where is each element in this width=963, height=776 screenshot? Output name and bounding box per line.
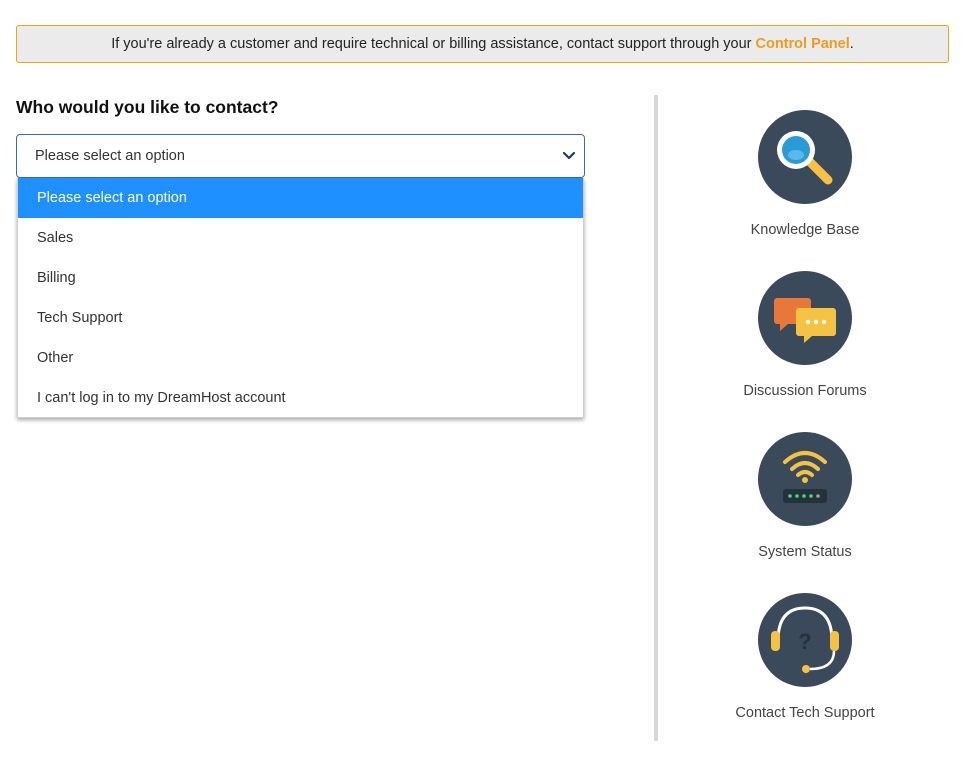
notice-suffix: . [849, 36, 854, 52]
svg-text:?: ? [798, 629, 811, 654]
contact-options-dropdown: Please select an option Sales Billing Te… [17, 178, 584, 418]
option-please-select[interactable]: Please select an option [18, 178, 583, 218]
option-cant-login[interactable]: I can't log in to my DreamHost account [18, 378, 583, 418]
option-billing[interactable]: Billing [18, 258, 583, 298]
system-status-label: System Status [758, 544, 852, 560]
magnifier-icon [777, 131, 833, 185]
knowledge-base-icon-circle [758, 110, 852, 204]
discussion-forums-label: Discussion Forums [743, 383, 867, 399]
resource-contact-tech-support[interactable]: ? Contact Tech Support [705, 593, 905, 721]
resource-knowledge-base[interactable]: Knowledge Base [705, 110, 905, 238]
knowledge-base-label: Knowledge Base [750, 222, 860, 238]
wifi-router-icon [783, 451, 827, 503]
option-tech-support[interactable]: Tech Support [18, 298, 583, 338]
contact-tech-support-label: Contact Tech Support [735, 705, 875, 721]
contact-select[interactable]: Please select an option [16, 134, 585, 178]
contact-select-value: Please select an option [35, 148, 185, 164]
chat-bubbles-icon [774, 298, 836, 343]
discussion-forums-icon-circle [758, 271, 852, 365]
contact-question-heading: Who would you like to contact? [16, 97, 279, 117]
option-other[interactable]: Other [18, 338, 583, 378]
chevron-down-icon [562, 151, 576, 160]
resource-system-status[interactable]: System Status [705, 432, 905, 560]
resource-discussion-forums[interactable]: Discussion Forums [705, 271, 905, 399]
notice-text: If you're already a customer and require… [111, 36, 752, 52]
column-divider [654, 95, 658, 741]
headset-icon: ? [771, 606, 839, 673]
contact-tech-support-icon-circle: ? [758, 593, 852, 687]
customer-notice-banner: If you're already a customer and require… [16, 25, 949, 63]
option-sales[interactable]: Sales [18, 218, 583, 258]
system-status-icon-circle [758, 432, 852, 526]
control-panel-link[interactable]: Control Panel [756, 36, 850, 52]
contact-page: If you're already a customer and require… [0, 0, 963, 776]
